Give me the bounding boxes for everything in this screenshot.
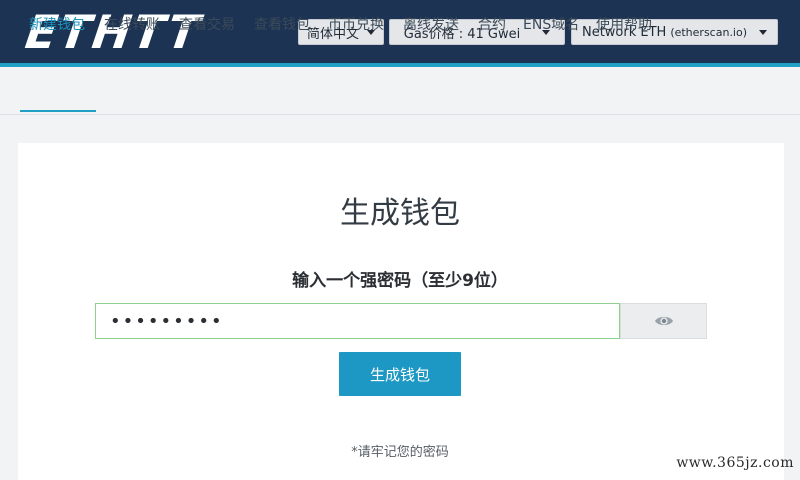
nav-item-help[interactable]: 使用帮助: [596, 14, 652, 34]
nav-item-view-wallet[interactable]: 查看钱包: [254, 14, 310, 34]
nav-item-ens[interactable]: ENS域名: [523, 14, 579, 34]
nav-item-offline-send[interactable]: 离线发送: [403, 14, 459, 34]
nav-item-swap[interactable]: 币币兑换: [328, 14, 384, 34]
generate-wallet-button[interactable]: 生成钱包: [339, 352, 461, 396]
nav-item-send[interactable]: 在线转账: [104, 14, 160, 34]
password-input[interactable]: [95, 303, 620, 339]
eye-icon: [654, 316, 673, 326]
chevron-down-icon: [759, 29, 768, 35]
active-tab-indicator: [20, 110, 96, 112]
nav-item-view-tx[interactable]: 查看交易: [179, 14, 235, 34]
toggle-password-visibility-button[interactable]: [620, 303, 707, 339]
watermark: www.365jz.com: [676, 455, 794, 471]
nav-item-contracts[interactable]: 合约: [478, 14, 506, 34]
network-sub-label: (etherscan.io): [670, 25, 748, 39]
nav-item-new-wallet[interactable]: 新建钱包: [29, 14, 85, 34]
main-nav: [0, 67, 800, 115]
page-title: 生成钱包: [340, 196, 460, 231]
password-prompt-label: 输入一个强密码（至少9位）: [292, 271, 508, 291]
